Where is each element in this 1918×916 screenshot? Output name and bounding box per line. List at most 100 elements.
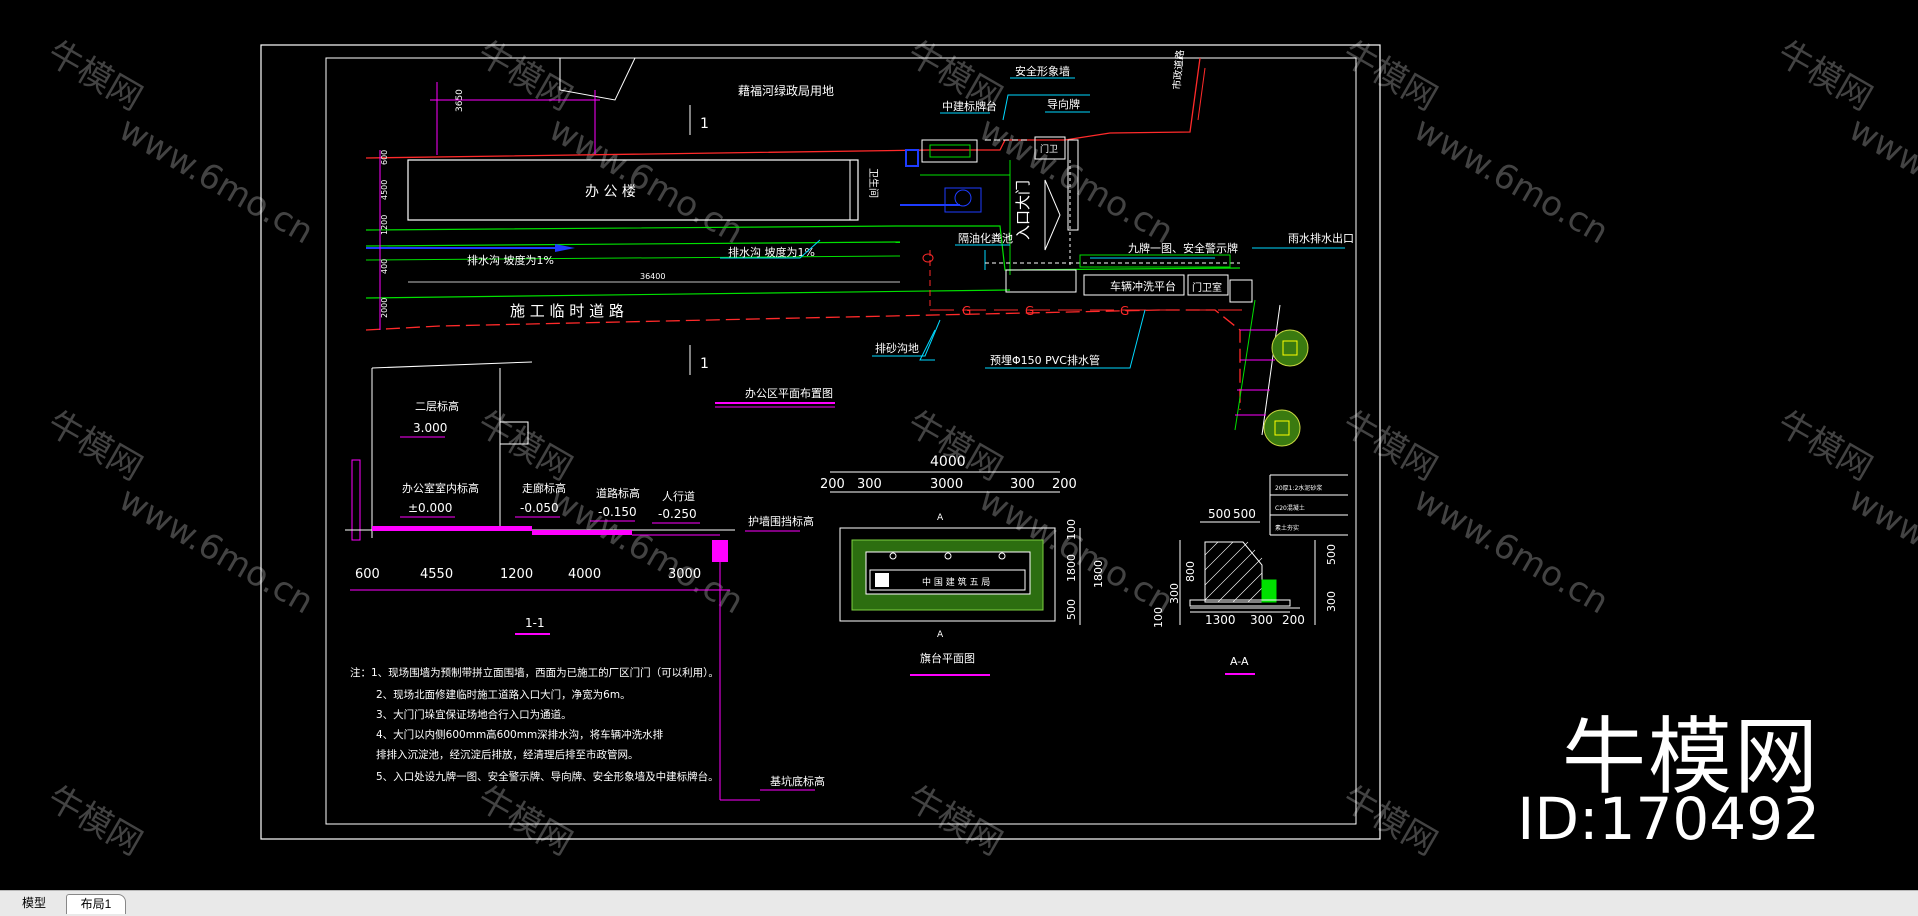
pool-dim-t1: 200 [820, 477, 845, 492]
watermark-tile: 牛模网 [1336, 403, 1444, 489]
watermark-tile: 牛模网 [471, 33, 579, 119]
corridor-label: 走廊标高 [522, 481, 566, 495]
washing-pool-label: 车辆冲洗平台 [1110, 279, 1176, 293]
watermark-tile: 牛模网 [471, 403, 579, 489]
aa-layer2: C20混凝土 [1275, 504, 1305, 512]
road-level-label: 道路标高 [596, 486, 640, 500]
dim-left-v3: 1200 [380, 215, 389, 235]
pvc-pipe-label: 预埋Φ150 PVC排水管 [990, 353, 1100, 367]
note-4: 4、大门以内侧600mm高600mm深排水沟，将车辆冲洗水排 [376, 728, 664, 741]
section-title: 1-1 [525, 616, 545, 630]
guard-box-label: 门卫 [1040, 143, 1058, 155]
temp-road-label: 施 工 临 时 道 路 [510, 302, 624, 320]
office-floor-label: 办公室室内标高 [402, 481, 479, 495]
watermark-tile: 牛模网 [471, 778, 579, 864]
pool-dim-t2: 300 [857, 477, 882, 492]
tree-icon [1264, 410, 1300, 446]
drawing-canvas[interactable]: 牛模网www.6mo.cn 牛模网www.6mo.cn 牛模网www.6mo.c… [0, 0, 1918, 890]
section-mark-top: 1 [700, 116, 709, 132]
watermark-tile: 牛模网 [41, 778, 149, 864]
aa-dim-l1: 800 [1184, 561, 1197, 582]
dim-left-v1: 600 [380, 150, 389, 165]
pool-section-a-bottom: A [937, 630, 944, 640]
watermark-tile: 牛模网 [1336, 33, 1444, 119]
watermark-url: www.6mo.cn [1842, 479, 1918, 622]
note-2: 2、现场北面修建临时施工道路入口大门，净宽为6m。 [376, 688, 631, 701]
watermark-tile: 牛模网 [901, 403, 1009, 489]
aa-dim-b1: 1300 [1205, 613, 1236, 627]
second-floor-value: 3.000 [413, 421, 447, 435]
note-3: 3、大门门垛宜保证场地合行入口为通道。 [376, 708, 572, 721]
tab-layout1[interactable]: 布局1 [66, 894, 126, 914]
guide-sign-label: 导向牌 [1047, 97, 1080, 111]
pool-section-a-top: A [937, 513, 944, 523]
svg-text:G: G [962, 304, 971, 318]
rain-outlet-label: 雨水排水出口 [1288, 231, 1354, 245]
toilet-label: 卫生间 [867, 168, 880, 198]
office-building-label: 办 公 楼 [585, 184, 636, 200]
tree-icon [1272, 330, 1308, 366]
sec-dim-5: 3000 [668, 567, 701, 582]
dim-left-v5: 2000 [380, 298, 389, 318]
notes: 注：1、现场围墙为预制带拼立面围墙，西面为已施工的厂区门门（可以利用）。 2、现… [350, 666, 719, 783]
dim-left-v2: 4500 [380, 180, 389, 200]
watermark-url: www.6mo.cn [1407, 479, 1615, 622]
aa-dim-t1: 500 [1208, 507, 1231, 521]
tab-model[interactable]: 模型 [10, 894, 58, 913]
watermark-tile: 牛模网 [901, 778, 1009, 864]
aa-dim-r2: 300 [1325, 591, 1338, 612]
site-plan: 藉福河绿政局用地 3650 办 公 楼 卫生间 排水沟 坡度为1% 排水沟 坡度… [366, 49, 1354, 446]
sidewalk-value: -0.250 [658, 507, 697, 521]
pool-dim-r4: 500 [1065, 599, 1078, 620]
aa-concrete-block [1205, 542, 1262, 602]
watermark-url: www.6mo.cn [1407, 109, 1615, 252]
aa-dim-l3: 100 [1152, 607, 1165, 628]
safety-board-label: 安全形象墙 [1015, 64, 1070, 78]
pool-dim-t5: 200 [1052, 477, 1077, 492]
note-5: 排排入沉淀池，经沉淀后排放，经清理后排至市政管网。 [376, 748, 639, 761]
office-floor-value: ±0.000 [408, 501, 452, 515]
section-mark-bottom: 1 [700, 356, 709, 372]
pool-dim-r2: 1800 [1065, 554, 1078, 582]
drain-left-label: 排水沟 坡度为1% [467, 253, 554, 267]
sec-dim-4: 4000 [568, 567, 601, 582]
pool-dim-t4: 300 [1010, 477, 1035, 492]
aa-layer1: 20厚1:2水泥砂浆 [1275, 484, 1322, 492]
pool-dim-r3: 1800 [1092, 560, 1105, 588]
aa-layer3: 素土夯实 [1275, 524, 1299, 532]
note-6: 5、入口处设九牌一图、安全警示牌、导向牌、安全形象墙及中建标牌台。 [376, 770, 719, 783]
watermark-url: www.6mo.cn [972, 109, 1180, 252]
guard-room-label: 门卫室 [1192, 281, 1222, 294]
watermark-url: www.6mo.cn [542, 109, 750, 252]
watermark-tile: 牛模网 [1771, 33, 1879, 119]
septic-label: 隔油化粪池 [958, 231, 1013, 245]
aa-dim-b2: 300 [1250, 613, 1273, 627]
layout-tab-bar: 模型 布局1 [0, 890, 1918, 916]
watermark-tile: 牛模网 [1771, 403, 1879, 489]
road-label-right: 市政道路 [1170, 49, 1186, 90]
second-floor-label: 二层标高 [415, 399, 459, 413]
dim-left-v4: 400 [380, 259, 389, 274]
info-board-label: 中建标牌台 [942, 99, 997, 113]
dim-building-length: 36400 [640, 272, 665, 281]
svg-text:G: G [1120, 304, 1129, 318]
bottom-level-label: 基坑底标高 [770, 774, 825, 788]
sec-dim-2: 4550 [420, 567, 453, 582]
watermark-tile: 牛模网 [1336, 778, 1444, 864]
pool-dim-t3: 3000 [930, 477, 963, 492]
aa-dim-t2: 500 [1233, 507, 1256, 521]
aa-dim-b3: 200 [1282, 613, 1305, 627]
watermark-tile: 牛模网 [41, 33, 149, 119]
sec-dim-1: 600 [355, 567, 380, 582]
sidewalk-label: 人行道 [662, 489, 695, 503]
dim-left-top: 3650 [455, 89, 465, 112]
svg-text:G: G [1025, 304, 1034, 318]
nine-boards-label: 九牌一图、安全警示牌 [1128, 241, 1238, 255]
plan-title: 办公区平面布置图 [745, 387, 833, 400]
watermark-url: www.6mo.cn [112, 109, 320, 252]
entrance-label: 入口大门 [1014, 180, 1032, 240]
aa-section: 20厚1:2水泥砂浆 C20混凝土 素土夯实 500 500 800 300 1… [1152, 475, 1348, 674]
pool-dim-total: 4000 [930, 454, 966, 470]
aa-dim-l2: 300 [1168, 583, 1181, 604]
watermark-id: ID:170492 [1517, 785, 1820, 853]
